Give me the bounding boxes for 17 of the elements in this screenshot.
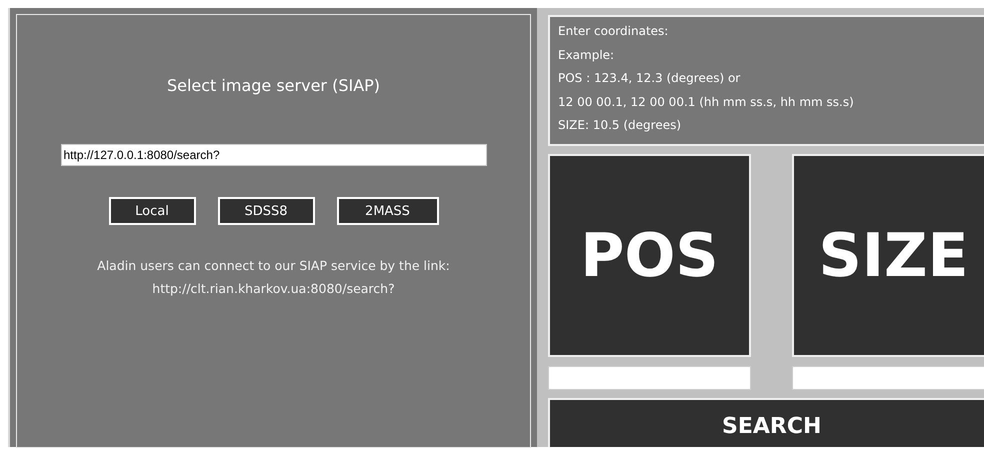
info-text: http://clt.rian.kharkov.ua:8080/search? xyxy=(151,280,396,298)
input-field[interactable] xyxy=(792,366,984,390)
instruction-text: POS : 123.4, 12.3 (degrees) or xyxy=(558,70,742,87)
field-label-tile: POS xyxy=(548,154,751,357)
field-label-tile: SIZE xyxy=(792,154,984,357)
server-button[interactable]: 2MASS xyxy=(336,197,438,225)
search-button[interactable]: SEARCH xyxy=(548,398,984,447)
server-button[interactable]: Local xyxy=(108,197,196,225)
instruction-text: Example: xyxy=(558,46,616,64)
panel-title: Select image server (SIAP) xyxy=(166,76,380,95)
instruction-text: 12 00 00.1, 12 00 00.1 (hh mm ss.s, hh mm ss.s) xyxy=(558,94,855,110)
url-field[interactable]: http://127.0.0.1:8080/search? xyxy=(60,144,486,166)
instruction-text: Enter coordinates: xyxy=(558,23,670,40)
server-button[interactable]: SDSS8 xyxy=(218,197,314,225)
info-text: Aladin users can connect to our SIAP service by the link: xyxy=(97,257,450,275)
instruction-text: SIZE: 10.5 (degrees) xyxy=(558,117,682,134)
input-field[interactable] xyxy=(548,366,751,390)
